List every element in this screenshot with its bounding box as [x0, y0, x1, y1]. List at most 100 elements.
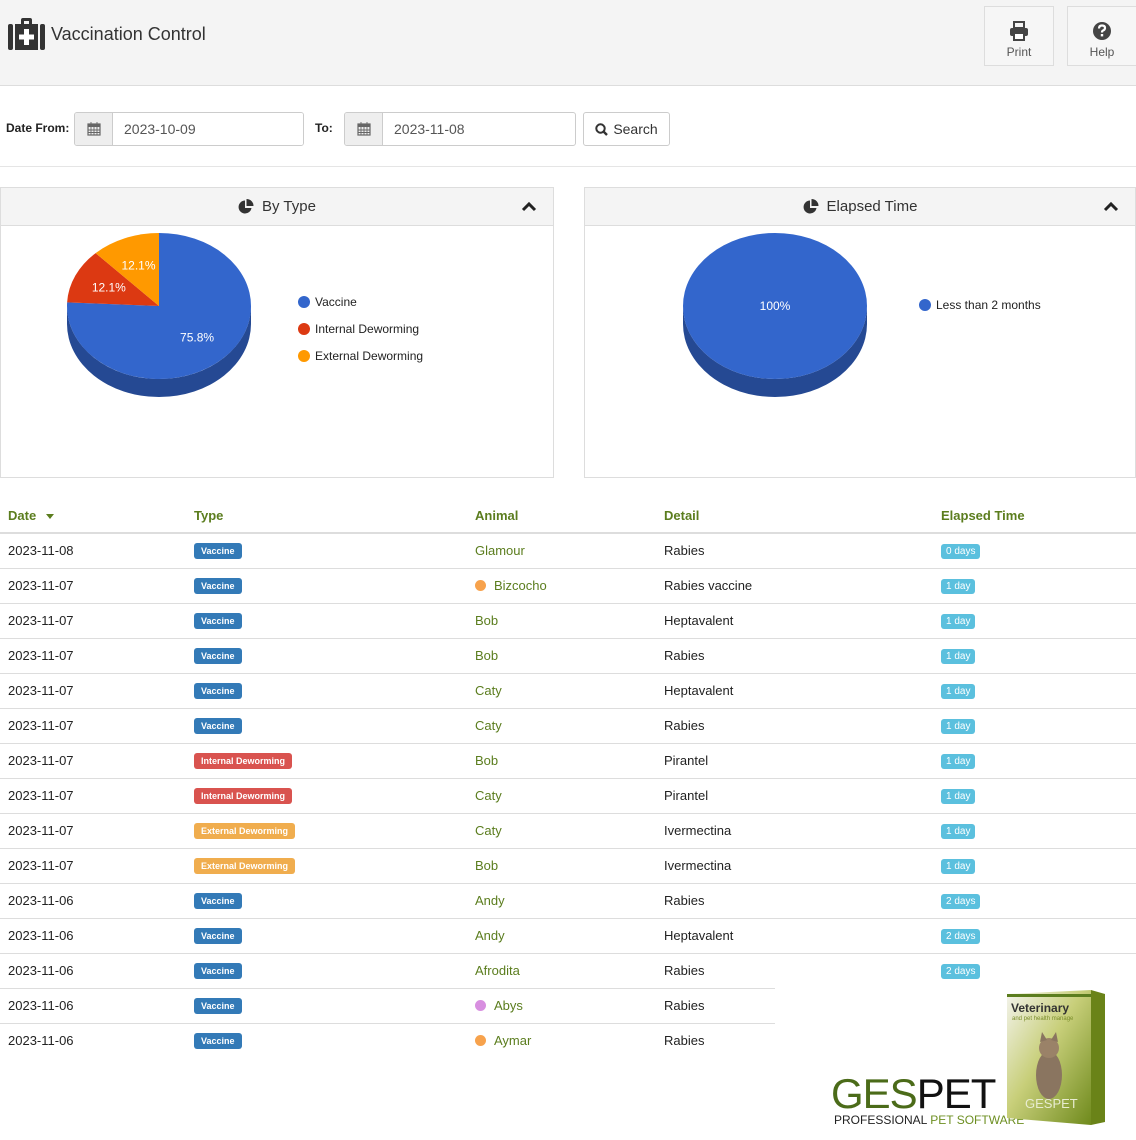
- table-row[interactable]: 2023-11-07 Internal Deworming Bob Pirantel 1…: [0, 743, 1136, 779]
- animal-link[interactable]: Bizcocho: [475, 578, 547, 593]
- collapse-chevron-up-icon[interactable]: [521, 200, 537, 212]
- table-row[interactable]: 2023-11-07 External Deworming Bob Ivermecti…: [0, 848, 1136, 884]
- animal-link[interactable]: Abys: [475, 998, 523, 1013]
- legend-item[interactable]: Less than 2 months: [919, 298, 1041, 312]
- cell-animal: Bob: [467, 603, 656, 639]
- table-row[interactable]: 2023-11-07 Vaccine Bob Heptavalent 1 day: [0, 603, 1136, 639]
- cell-date: 2023-11-07: [0, 708, 186, 744]
- animal-link[interactable]: Bob: [475, 753, 498, 768]
- elapsed-badge: 2 days: [941, 964, 981, 979]
- pie-slice-label: 75.8%: [180, 331, 214, 345]
- legend-item[interactable]: Vaccine: [298, 295, 357, 309]
- type-badge: Vaccine: [194, 963, 242, 979]
- cell-detail: Rabies: [656, 708, 933, 744]
- cell-animal: Bob: [467, 638, 656, 674]
- elapsed-badge: 1 day: [941, 684, 976, 699]
- animal-link[interactable]: Bob: [475, 858, 498, 873]
- table-row[interactable]: 2023-11-07 Vaccine Caty Rabies 1 day: [0, 708, 1136, 744]
- divider: [0, 166, 1136, 167]
- type-badge: Vaccine: [194, 683, 242, 699]
- cell-animal: Andy: [467, 883, 656, 919]
- animal-link[interactable]: Caty: [475, 823, 502, 838]
- animal-link[interactable]: Caty: [475, 788, 502, 803]
- type-badge: Vaccine: [194, 543, 242, 560]
- question-circle-icon: [1093, 22, 1111, 40]
- legend-swatch-icon: [298, 350, 310, 362]
- type-badge: External Deworming: [194, 823, 296, 839]
- svg-text:and pet health manage: and pet health manage: [1012, 1016, 1074, 1022]
- column-header-elapsed-time[interactable]: Elapsed Time: [933, 498, 1136, 534]
- cell-detail: Rabies vaccine: [656, 568, 933, 604]
- top-bar: Vaccination Control Print Help: [0, 0, 1136, 86]
- search-label: Search: [613, 121, 658, 137]
- animal-link[interactable]: Afrodita: [475, 963, 520, 978]
- vaccination-table: Date Type Animal Detail Elapsed Time 202…: [0, 498, 1136, 1058]
- cell-elapsed-time: 1 day: [933, 743, 1136, 779]
- type-badge: Vaccine: [194, 998, 242, 1014]
- date-to-calendar-button[interactable]: [345, 113, 383, 145]
- cell-type: Vaccine: [186, 673, 467, 709]
- table-row[interactable]: 2023-11-07 Vaccine Bizcocho Rabies vaccine 1…: [0, 568, 1136, 604]
- date-from-input[interactable]: [113, 113, 303, 145]
- table-row[interactable]: 2023-11-06 Vaccine Afrodita Rabies 2 days: [0, 953, 1136, 989]
- cell-detail: Rabies: [656, 953, 933, 989]
- cell-detail: Ivermectina: [656, 813, 933, 849]
- cell-date: 2023-11-06: [0, 883, 186, 919]
- table-row[interactable]: 2023-11-07 Internal Deworming Caty Pirantel…: [0, 778, 1136, 814]
- animal-color-dot-icon: [475, 1034, 486, 1046]
- cell-elapsed-time: 1 day: [933, 638, 1136, 674]
- cell-animal: Andy: [467, 918, 656, 954]
- type-badge: External Deworming: [194, 858, 296, 874]
- table-row[interactable]: 2023-11-08 Vaccine Glamour Rabies 0 days: [0, 533, 1136, 569]
- animal-link[interactable]: Caty: [475, 683, 502, 698]
- sort-desc-icon: [46, 513, 55, 519]
- legend-item[interactable]: Internal Deworming: [298, 322, 419, 336]
- cell-detail: Pirantel: [656, 778, 933, 814]
- type-badge: Vaccine: [194, 578, 242, 594]
- date-to-input[interactable]: [383, 113, 573, 145]
- table-row[interactable]: 2023-11-07 Vaccine Bob Rabies 1 day: [0, 638, 1136, 674]
- cell-animal: Aymar: [467, 1023, 656, 1058]
- animal-link[interactable]: Aymar: [475, 1033, 531, 1048]
- cell-elapsed-time: 0 days: [933, 533, 1136, 569]
- elapsed-badge: 2 days: [941, 894, 981, 909]
- column-header-animal[interactable]: Animal: [467, 498, 656, 534]
- search-button[interactable]: Search: [583, 112, 670, 146]
- column-header-date[interactable]: Date: [0, 498, 186, 534]
- table-row[interactable]: 2023-11-07 Vaccine Caty Heptavalent 1 day: [0, 673, 1136, 709]
- animal-link[interactable]: Andy: [475, 928, 505, 943]
- animal-link[interactable]: Bob: [475, 648, 498, 663]
- medkit-icon: [8, 18, 45, 50]
- cell-date: 2023-11-08: [0, 533, 186, 569]
- cell-animal: Caty: [467, 673, 656, 709]
- table-row[interactable]: 2023-11-06 Vaccine Andy Rabies 2 days: [0, 883, 1136, 919]
- animal-link[interactable]: Bob: [475, 613, 498, 628]
- column-header-type[interactable]: Type: [186, 498, 467, 534]
- table-row[interactable]: 2023-11-07 External Deworming Caty Ivermect…: [0, 813, 1136, 849]
- animal-link[interactable]: Glamour: [475, 543, 525, 558]
- animal-link[interactable]: Andy: [475, 893, 505, 908]
- elapsed-badge: 1 day: [941, 824, 976, 839]
- cell-elapsed-time: 1 day: [933, 708, 1136, 744]
- column-header-detail[interactable]: Detail: [656, 498, 933, 534]
- print-button[interactable]: Print: [984, 6, 1054, 66]
- help-button[interactable]: Help: [1067, 6, 1136, 66]
- cell-elapsed-time: 1 day: [933, 568, 1136, 604]
- cell-animal: Caty: [467, 778, 656, 814]
- cell-type: Internal Deworming: [186, 778, 467, 814]
- animal-link[interactable]: Caty: [475, 718, 502, 733]
- cell-type: Vaccine: [186, 883, 467, 919]
- collapse-chevron-up-icon[interactable]: [1103, 200, 1119, 212]
- date-from-calendar-button[interactable]: [75, 113, 113, 145]
- legend-item[interactable]: External Deworming: [298, 349, 423, 363]
- search-icon: [595, 122, 609, 136]
- cell-date: 2023-11-07: [0, 848, 186, 884]
- legend-swatch-icon: [298, 323, 310, 335]
- page-title: Vaccination Control: [51, 23, 206, 44]
- cell-elapsed-time: 2 days: [933, 883, 1136, 919]
- cell-date: 2023-11-07: [0, 778, 186, 814]
- table-row[interactable]: 2023-11-06 Vaccine Andy Heptavalent 2 days: [0, 918, 1136, 954]
- cell-animal: Abys: [467, 988, 656, 1024]
- help-label: Help: [1089, 45, 1115, 59]
- type-badge: Internal Deworming: [194, 788, 293, 804]
